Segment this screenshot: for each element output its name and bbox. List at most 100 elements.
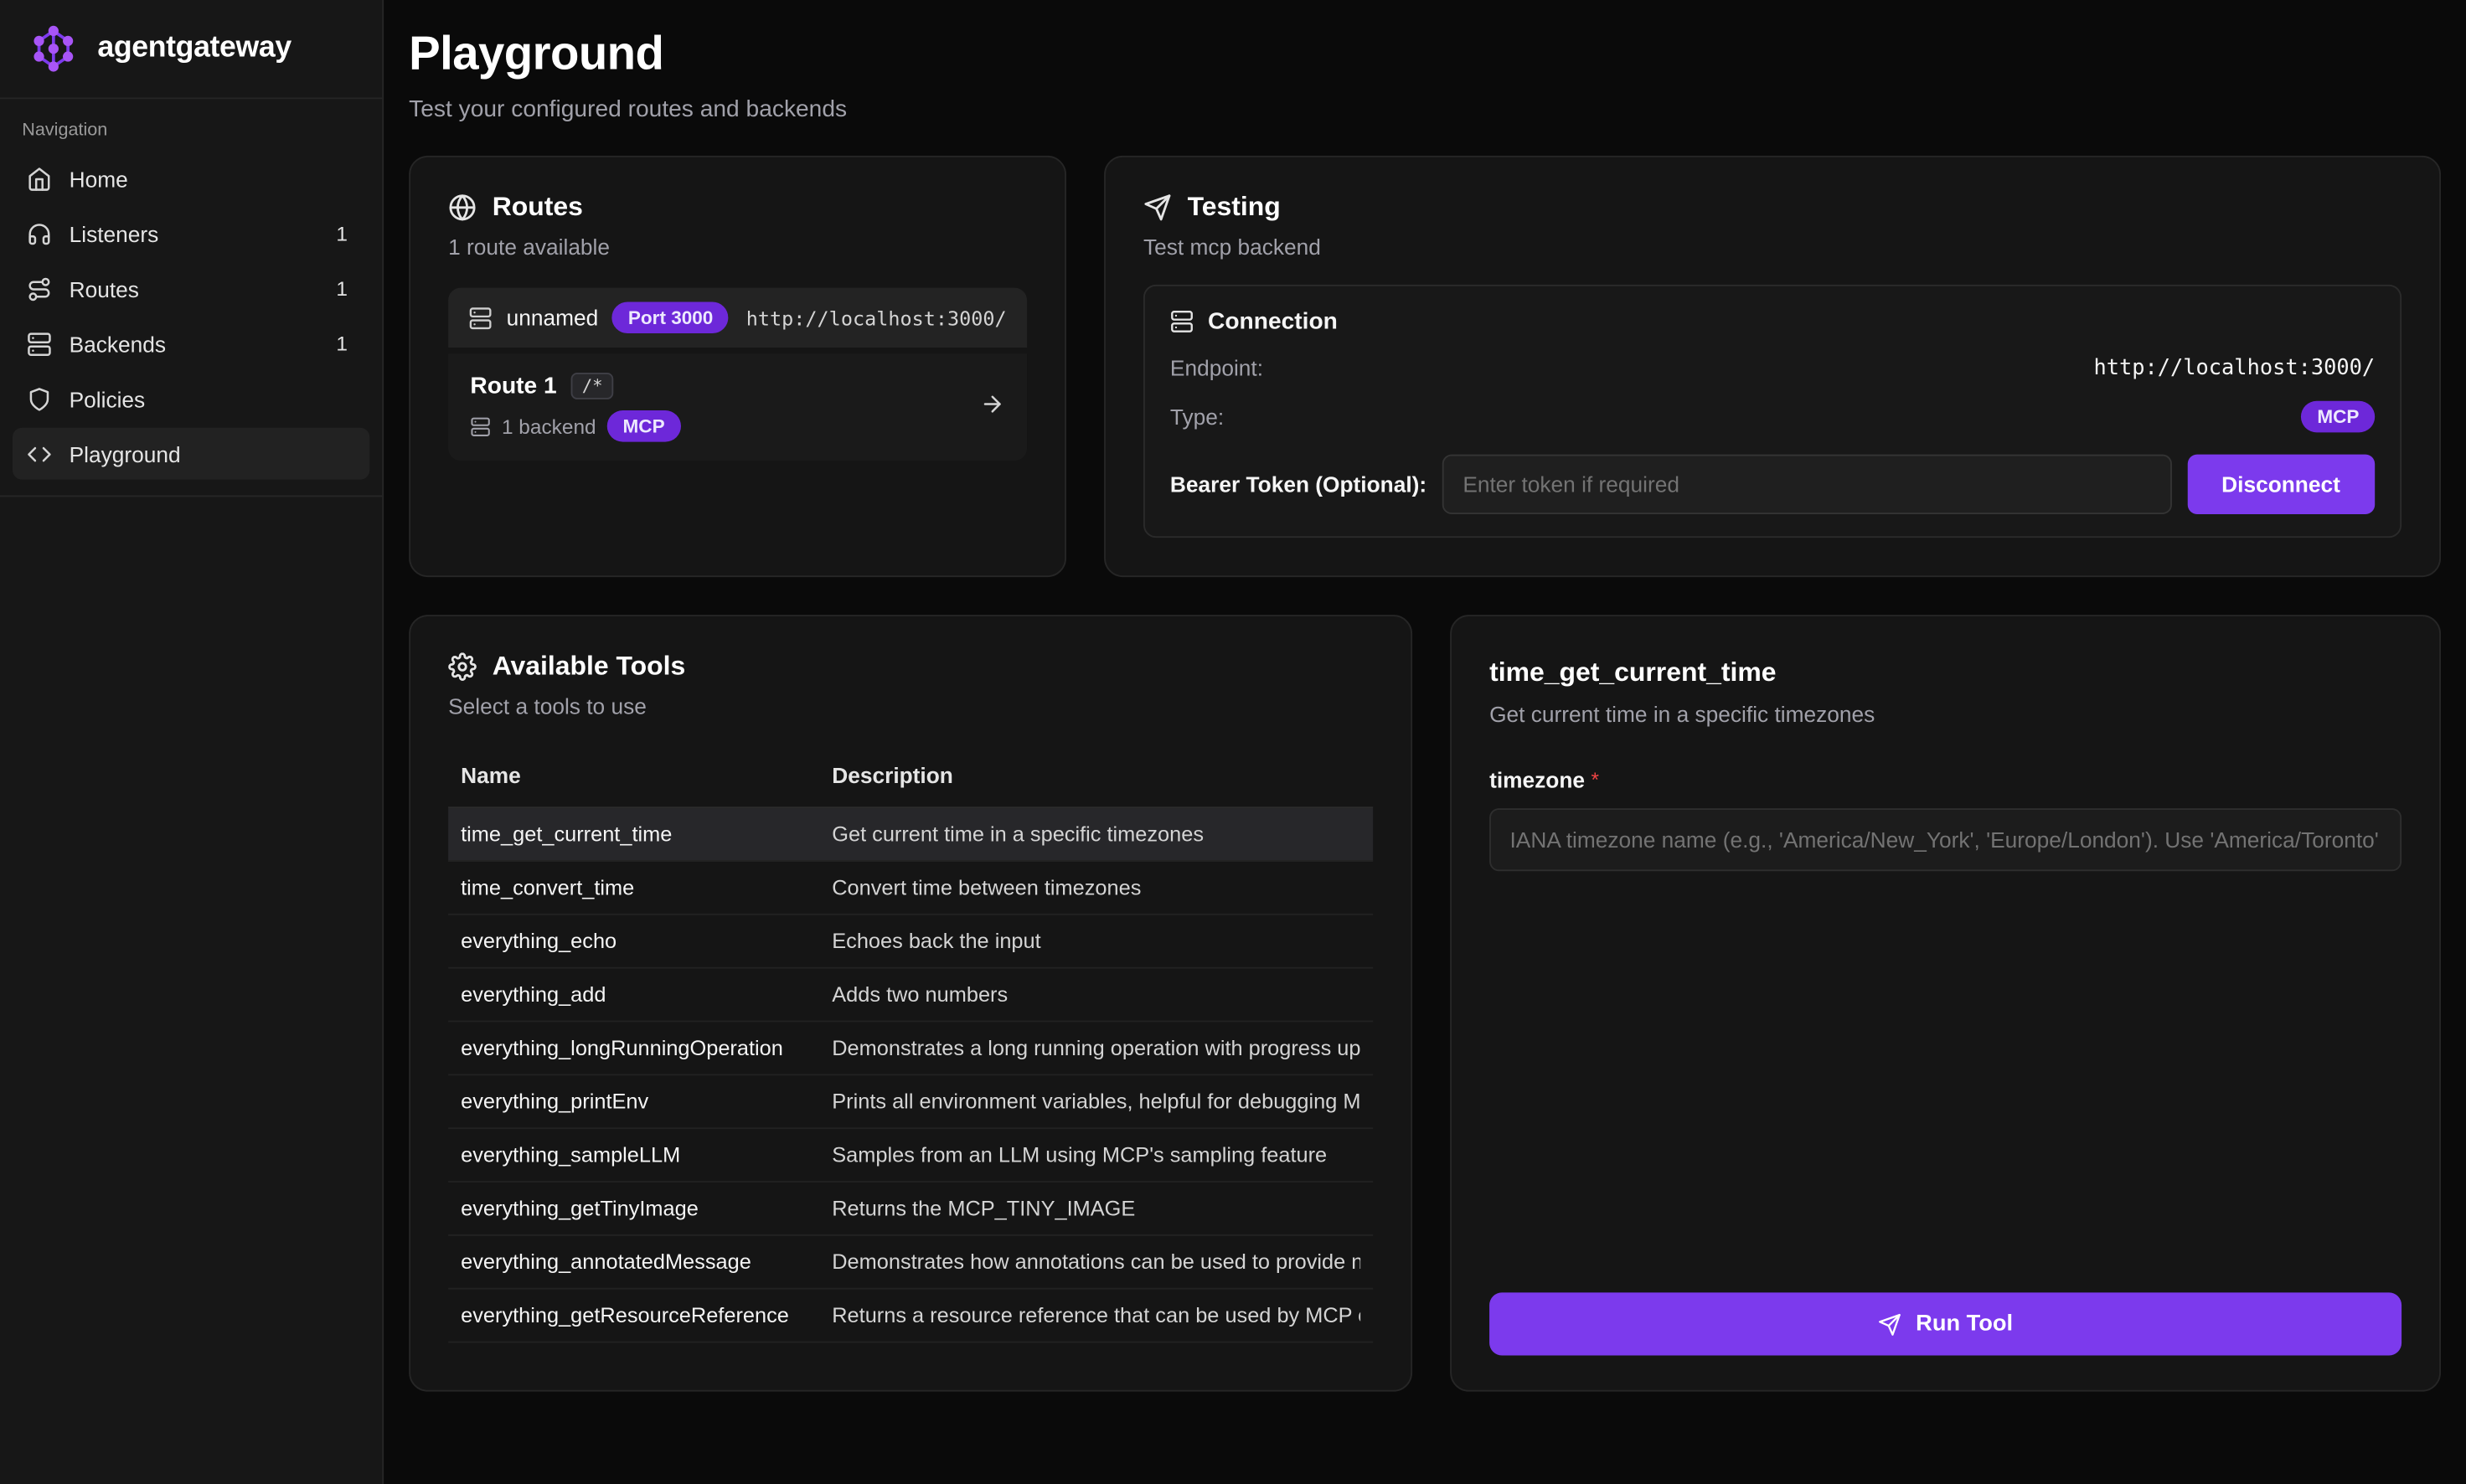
- column-header-name: Name: [461, 750, 832, 807]
- table-row[interactable]: everything_add Adds two numbers: [448, 969, 1373, 1023]
- routes-card-subtitle: 1 route available: [448, 234, 1027, 260]
- listener-url: http://localhost:3000/: [746, 306, 1007, 329]
- tool-name: everything_echo: [461, 915, 832, 967]
- tools-card-subtitle: Select a tools to use: [448, 693, 1373, 719]
- tool-name: everything_annotatedMessage: [461, 1236, 832, 1288]
- connection-panel: Connection Endpoint: http://localhost:30…: [1143, 285, 2402, 538]
- port-badge: Port 3000: [612, 301, 729, 333]
- sidebar-item-label: Listeners: [70, 221, 319, 246]
- arrow-right-icon: [980, 391, 1005, 424]
- testing-card-title: Testing: [1188, 192, 1281, 224]
- connection-type-badge: MCP: [2302, 401, 2376, 433]
- tools-table-header: Name Description: [448, 750, 1373, 808]
- sidebar-item-home[interactable]: Home: [13, 152, 369, 204]
- disconnect-button[interactable]: Disconnect: [2187, 455, 2375, 514]
- tool-name: everything_printEnv: [461, 1075, 832, 1127]
- routes-card-title: Routes: [493, 192, 583, 224]
- tool-name: everything_longRunningOperation: [461, 1022, 832, 1074]
- testing-card: Testing Test mcp backend Connection Endp…: [1104, 156, 2441, 577]
- table-row[interactable]: time_convert_time Convert time between t…: [448, 862, 1373, 915]
- route-type-badge: MCP: [607, 410, 681, 442]
- routes-count-badge: 1: [336, 276, 357, 300]
- tool-name: everything_add: [461, 969, 832, 1021]
- sidebar-item-policies[interactable]: Policies: [13, 373, 369, 425]
- tool-description: Prints all environment variables, helpfu…: [832, 1075, 1360, 1127]
- listener-row[interactable]: unnamed Port 3000 http://localhost:3000/: [448, 288, 1027, 348]
- send-icon: [1878, 1312, 1901, 1336]
- tool-name: everything_getResourceReference: [461, 1290, 832, 1342]
- backends-count-badge: 1: [336, 332, 357, 355]
- available-tools-card: Available Tools Select a tools to use Na…: [409, 615, 1412, 1392]
- required-marker: *: [1592, 767, 1600, 791]
- server-icon: [470, 416, 490, 436]
- sidebar-item-label: Policies: [70, 386, 358, 411]
- table-row[interactable]: time_get_current_time Get current time i…: [448, 808, 1373, 862]
- tool-name: time_get_current_time: [461, 808, 832, 860]
- tool-runner-card: time_get_current_time Get current time i…: [1450, 615, 2441, 1392]
- sidebar-item-listeners[interactable]: Listeners 1: [13, 208, 369, 260]
- table-row[interactable]: everything_annotatedMessage Demonstrates…: [448, 1236, 1373, 1290]
- code-icon: [25, 441, 52, 467]
- sidebar-item-playground[interactable]: Playground: [13, 428, 369, 480]
- gear-icon: [448, 652, 477, 681]
- table-row[interactable]: everything_getResourceReference Returns …: [448, 1290, 1373, 1343]
- timezone-field-label: timezone: [1489, 767, 1585, 792]
- type-label: Type:: [1170, 404, 1224, 430]
- runner-tool-subtitle: Get current time in a specific timezones: [1489, 701, 2402, 726]
- sidebar-item-label: Home: [70, 166, 358, 191]
- tool-description: Echoes back the input: [832, 915, 1360, 967]
- route-item[interactable]: Route 1 /* 1 backend MCP: [448, 353, 1027, 461]
- route-name: Route 1: [470, 373, 556, 399]
- sidebar-item-label: Routes: [70, 276, 319, 301]
- page-subtitle: Test your configured routes and backends: [409, 96, 2441, 123]
- column-header-description: Description: [832, 750, 1360, 807]
- sidebar: agentgateway Navigation Home Listeners 1: [0, 0, 384, 1484]
- run-tool-button[interactable]: Run Tool: [1489, 1292, 2402, 1355]
- tools-card-title: Available Tools: [493, 651, 686, 683]
- brand[interactable]: agentgateway: [0, 0, 382, 97]
- route-backend-count: 1 backend: [502, 415, 596, 438]
- server-icon: [25, 330, 52, 357]
- endpoint-label: Endpoint:: [1170, 355, 1263, 380]
- testing-card-subtitle: Test mcp backend: [1143, 234, 2402, 260]
- globe-icon: [448, 193, 477, 222]
- timezone-input[interactable]: [1489, 808, 2402, 871]
- tool-description: Adds two numbers: [832, 969, 1360, 1021]
- route-path-badge: /*: [571, 373, 614, 399]
- route-icon: [25, 276, 52, 302]
- send-icon: [1143, 193, 1172, 222]
- tool-name: everything_getTinyImage: [461, 1183, 832, 1234]
- table-row[interactable]: everything_sampleLLM Samples from an LLM…: [448, 1129, 1373, 1183]
- table-row[interactable]: everything_echo Echoes back the input: [448, 915, 1373, 969]
- home-icon: [25, 165, 52, 192]
- tool-description: Demonstrates a long running operation wi…: [832, 1022, 1360, 1074]
- tool-name: time_convert_time: [461, 862, 832, 914]
- sidebar-item-backends[interactable]: Backends 1: [13, 317, 369, 369]
- run-tool-label: Run Tool: [1916, 1311, 2013, 1337]
- runner-tool-title: time_get_current_time: [1489, 657, 2402, 689]
- table-row[interactable]: everything_getTinyImage Returns the MCP_…: [448, 1183, 1373, 1236]
- bearer-token-label: Bearer Token (Optional):: [1170, 471, 1426, 497]
- sidebar-item-routes[interactable]: Routes 1: [13, 263, 369, 315]
- listener-name: unnamed: [507, 305, 599, 330]
- endpoint-value: http://localhost:3000/: [2093, 355, 2375, 380]
- tool-description: Returns a resource reference that can be…: [832, 1290, 1360, 1342]
- sidebar-item-label: Playground: [70, 441, 358, 466]
- brand-name: agentgateway: [97, 32, 291, 66]
- tool-name: everything_sampleLLM: [461, 1129, 832, 1181]
- listener-group: unnamed Port 3000 http://localhost:3000/…: [448, 288, 1027, 461]
- bearer-token-input[interactable]: [1442, 455, 2171, 514]
- main-content: Playground Test your configured routes a…: [384, 0, 2466, 1484]
- table-row[interactable]: everything_printEnv Prints all environme…: [448, 1075, 1373, 1129]
- sidebar-item-label: Backends: [70, 331, 319, 356]
- page-title: Playground: [409, 28, 2441, 82]
- tools-table: Name Description time_get_current_time G…: [448, 750, 1373, 1343]
- sidebar-nav: Home Listeners 1 Routes 1 Ba: [0, 152, 382, 495]
- tool-description: Convert time between timezones: [832, 862, 1360, 914]
- table-row[interactable]: everything_longRunningOperation Demonstr…: [448, 1022, 1373, 1075]
- headphones-icon: [25, 220, 52, 247]
- connection-title: Connection: [1208, 308, 1338, 335]
- shield-icon: [25, 385, 52, 412]
- agentgateway-logo-icon: [25, 20, 82, 77]
- tool-description: Get current time in a specific timezones: [832, 808, 1360, 860]
